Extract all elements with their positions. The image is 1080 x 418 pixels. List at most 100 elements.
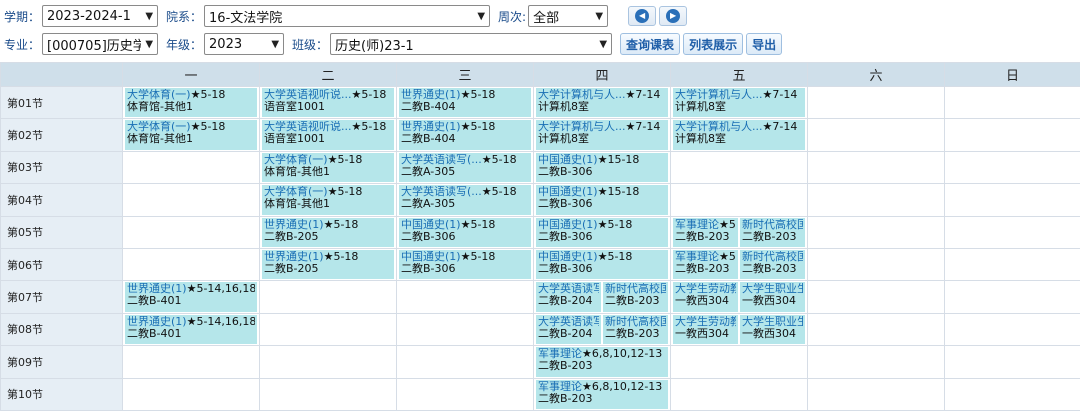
course-name[interactable]: 大学计算机与人... [675, 121, 763, 133]
course-block[interactable]: 新时代高校国 二教B-203 [603, 314, 668, 345]
course-block[interactable]: 大学体育(一)★5-18 体育馆-其他1 [262, 152, 394, 183]
course-block[interactable]: 中国通史(1)★15-18 二教B-306 [536, 185, 668, 215]
schedule-cell[interactable]: 大学计算机与人...★7-14 计算机8室 [670, 85, 808, 120]
course-block[interactable]: 大学生职业生 一教西304 [740, 282, 805, 312]
course-name[interactable]: 大学生职业生 [742, 316, 803, 328]
course-block[interactable]: 中国通史(1)★15-18 二教B-306 [536, 152, 668, 183]
dept-select[interactable]: 16-文法学院 ▼ [204, 5, 491, 27]
next-week-button[interactable]: ▶ [659, 6, 688, 26]
course-block[interactable]: 大学英语读写(...★5-18 二教A-305 [399, 152, 531, 183]
course-block[interactable]: 大学英语视听说...★5-18 语音室1001 [262, 88, 394, 118]
course-name[interactable]: 世界通史(1) [127, 316, 187, 328]
course-block[interactable]: 世界通史(1)★5-18 二教B-205 [262, 217, 394, 247]
course-name[interactable]: 中国通史(1) [538, 186, 598, 198]
course-name[interactable]: 大学英语读写 [538, 316, 599, 328]
schedule-cell[interactable]: 大学体育(一)★5-18 体育馆-其他1 [122, 118, 260, 152]
class-select[interactable]: 历史(师)23-1 ▼ [330, 33, 613, 55]
course-name[interactable]: 中国通史(1) [401, 251, 461, 263]
schedule-cell[interactable]: 中国通史(1)★5-18 二教B-306 [396, 247, 534, 282]
schedule-cell[interactable]: 世界通史(1)★5-18 二教B-205 [259, 215, 397, 249]
schedule-cell[interactable]: 大学体育(一)★5-18 体育馆-其他1 [259, 150, 397, 185]
schedule-cell[interactable]: 大学英语读写 二教B-204 新时代高校国 二教B-203 [533, 280, 671, 314]
schedule-cell[interactable]: 军事理论★6,8,10,12-13 二教B-203 [533, 377, 671, 411]
course-name[interactable]: 大学生劳动教 [675, 283, 736, 295]
course-block[interactable]: 大学计算机与人...★7-14 计算机8室 [536, 88, 668, 118]
course-name[interactable]: 世界通史(1) [264, 219, 324, 231]
course-block[interactable]: 军事理论★6,8,10,12-13 二教B-203 [536, 379, 668, 409]
course-name[interactable]: 中国通史(1) [401, 219, 461, 231]
course-block[interactable]: 世界通史(1)★5-18 二教B-205 [262, 249, 394, 280]
course-name[interactable]: 大学计算机与人... [538, 121, 626, 133]
course-name[interactable]: 军事理论 [538, 348, 582, 360]
schedule-cell[interactable]: 世界通史(1)★5-18 二教B-404 [396, 118, 534, 152]
course-block[interactable]: 军事理论★6,8,10,12-13 二教B-203 [536, 347, 668, 377]
course-block[interactable]: 大学计算机与人...★7-14 计算机8室 [536, 120, 668, 150]
course-block[interactable]: 大学生劳动教 一教西304 [673, 282, 738, 312]
schedule-cell[interactable]: 军事理论★6,8,10,12-13 二教B-203 [533, 345, 671, 379]
course-name[interactable]: 大学英语读写 [538, 283, 599, 295]
course-name[interactable]: 军事理论 [675, 251, 719, 263]
course-name[interactable]: 世界通史(1) [401, 121, 461, 133]
course-name[interactable]: 世界通史(1) [127, 283, 187, 295]
course-name[interactable]: 大学体育(一) [264, 154, 328, 166]
course-name[interactable]: 中国通史(1) [538, 154, 598, 166]
course-block[interactable]: 军事理论★5 二教B-203 [673, 249, 738, 280]
course-block[interactable]: 大学体育(一)★5-18 体育馆-其他1 [125, 88, 257, 118]
course-block[interactable]: 新时代高校国 二教B-203 [740, 249, 805, 280]
course-name[interactable]: 大学计算机与人... [538, 89, 626, 101]
course-block[interactable]: 世界通史(1)★5-18 二教B-404 [399, 120, 531, 150]
schedule-cell[interactable]: 大学英语读写(...★5-18 二教A-305 [396, 150, 534, 185]
course-block[interactable]: 大学英语读写 二教B-204 [536, 282, 601, 312]
course-block[interactable]: 大学体育(一)★5-18 体育馆-其他1 [125, 120, 257, 150]
course-block[interactable]: 军事理论★5 二教B-203 [673, 217, 738, 247]
course-block[interactable]: 大学计算机与人...★7-14 计算机8室 [673, 88, 805, 118]
course-block[interactable]: 中国通史(1)★5-18 二教B-306 [399, 249, 531, 280]
schedule-cell[interactable]: 中国通史(1)★15-18 二教B-306 [533, 183, 671, 217]
course-block[interactable]: 大学英语读写(...★5-18 二教A-305 [399, 185, 531, 215]
course-name[interactable]: 大学体育(一) [264, 186, 328, 198]
schedule-cell[interactable]: 大学英语视听说...★5-18 语音室1001 [259, 118, 397, 152]
course-name[interactable]: 军事理论 [538, 381, 582, 393]
schedule-cell[interactable]: 大学计算机与人...★7-14 计算机8室 [670, 118, 808, 152]
list-view-button[interactable]: 列表展示 [683, 33, 744, 55]
schedule-cell[interactable]: 大学生劳动教 一教西304 大学生职业生 一教西304 [670, 280, 808, 314]
course-block[interactable]: 大学生职业生 一教西304 [740, 314, 805, 345]
major-select[interactable]: [000705]历史学( ▼ [42, 33, 159, 55]
course-name[interactable]: 世界通史(1) [401, 89, 461, 101]
course-name[interactable]: 大学英语读写(... [401, 186, 482, 198]
course-name[interactable]: 大学计算机与人... [675, 89, 763, 101]
schedule-cell[interactable]: 大学生劳动教 一教西304 大学生职业生 一教西304 [670, 312, 808, 347]
course-name[interactable]: 大学生劳动教 [675, 316, 736, 328]
week-select[interactable]: 全部 ▼ [528, 5, 609, 27]
schedule-cell[interactable]: 军事理论★5 二教B-203 新时代高校国 二教B-203 [670, 247, 808, 282]
schedule-cell[interactable]: 大学体育(一)★5-18 体育馆-其他1 [122, 85, 260, 120]
schedule-cell[interactable]: 中国通史(1)★15-18 二教B-306 [533, 150, 671, 185]
schedule-cell[interactable]: 大学计算机与人...★7-14 计算机8室 [533, 85, 671, 120]
schedule-cell[interactable]: 世界通史(1)★5-14,16,18 二教B-401 [122, 280, 260, 314]
course-block[interactable]: 世界通史(1)★5-18 二教B-404 [399, 88, 531, 118]
course-block[interactable]: 中国通史(1)★5-18 二教B-306 [399, 217, 531, 247]
schedule-cell[interactable]: 大学英语读写(...★5-18 二教A-305 [396, 183, 534, 217]
course-name[interactable]: 大学英语读写(... [401, 154, 482, 166]
course-name[interactable]: 大学体育(一) [127, 89, 191, 101]
course-name[interactable]: 中国通史(1) [538, 251, 598, 263]
course-block[interactable]: 大学英语视听说...★5-18 语音室1001 [262, 120, 394, 150]
course-block[interactable]: 大学生劳动教 一教西304 [673, 314, 738, 345]
schedule-cell[interactable]: 世界通史(1)★5-18 二教B-404 [396, 85, 534, 120]
term-select[interactable]: 2023-2024-1 ▼ [42, 5, 159, 27]
course-name[interactable]: 新时代高校国 [742, 219, 803, 231]
course-block[interactable]: 中国通史(1)★5-18 二教B-306 [536, 249, 668, 280]
prev-week-button[interactable]: ◀ [628, 6, 657, 26]
course-name[interactable]: 新时代高校国 [742, 251, 803, 263]
course-block[interactable]: 大学体育(一)★5-18 体育馆-其他1 [262, 185, 394, 215]
course-name[interactable]: 大学生职业生 [742, 283, 803, 295]
schedule-cell[interactable]: 大学体育(一)★5-18 体育馆-其他1 [259, 183, 397, 217]
course-name[interactable]: 军事理论 [675, 219, 719, 231]
course-block[interactable]: 新时代高校国 二教B-203 [740, 217, 805, 247]
course-block[interactable]: 大学计算机与人...★7-14 计算机8室 [673, 120, 805, 150]
export-button[interactable]: 导出 [746, 33, 783, 55]
schedule-cell[interactable]: 大学英语读写 二教B-204 新时代高校国 二教B-203 [533, 312, 671, 347]
grade-select[interactable]: 2023 ▼ [204, 33, 285, 55]
course-name[interactable]: 大学英语视听说... [264, 89, 352, 101]
course-name[interactable]: 新时代高校国 [605, 283, 666, 295]
